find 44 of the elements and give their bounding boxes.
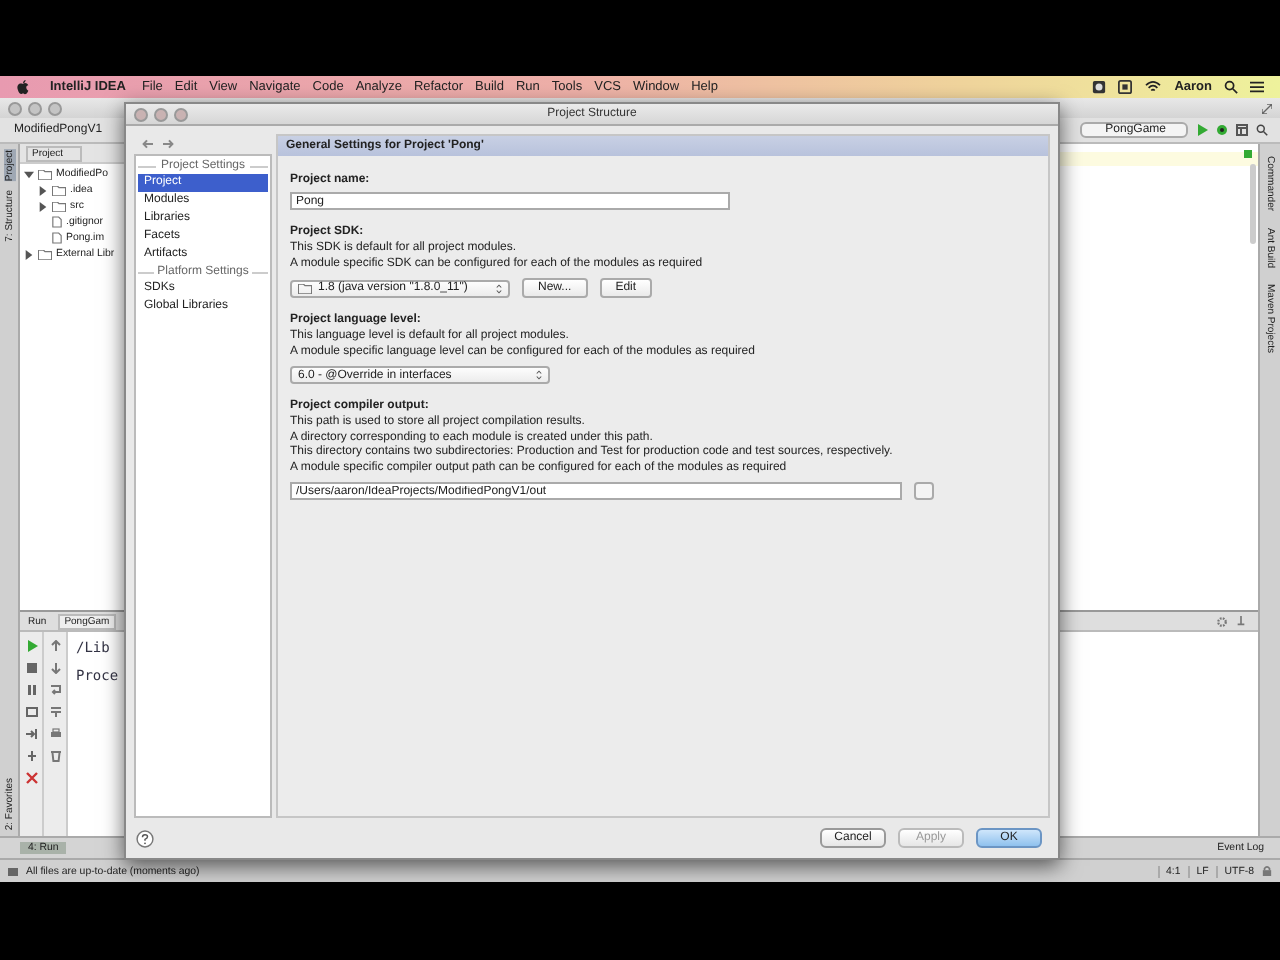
apple-icon[interactable] [16, 79, 30, 95]
settings-icon[interactable] [1216, 615, 1228, 627]
down-arrow-icon[interactable] [49, 662, 61, 674]
scrollbar[interactable] [1250, 164, 1256, 244]
status-icon[interactable] [1118, 80, 1133, 94]
exit-icon[interactable] [25, 728, 37, 740]
trash-icon[interactable] [49, 750, 61, 762]
folder-icon [38, 249, 52, 259]
structure-icon[interactable] [1236, 124, 1248, 136]
inspection-status-icon [1244, 150, 1252, 158]
print-icon[interactable] [49, 728, 61, 740]
minimize-button[interactable] [28, 101, 42, 115]
fullscreen-icon[interactable] [1262, 103, 1272, 113]
run-icon[interactable] [25, 640, 37, 652]
status-icon[interactable] [1092, 80, 1107, 94]
close-button[interactable] [8, 101, 22, 115]
search-icon[interactable] [1224, 80, 1238, 94]
spinner-arrows-icon [536, 370, 542, 380]
run-icon[interactable] [1196, 124, 1208, 136]
collapsed-arrow-icon[interactable] [38, 185, 48, 195]
help-icon[interactable] [136, 829, 154, 847]
up-arrow-icon[interactable] [49, 640, 61, 652]
close-icon[interactable] [25, 772, 37, 784]
browse-button[interactable] [914, 482, 934, 500]
collapsed-arrow-icon[interactable] [24, 249, 34, 259]
wifi-icon[interactable] [1144, 80, 1163, 94]
list-icon[interactable] [1250, 80, 1264, 94]
forward-arrow-icon[interactable] [162, 137, 174, 149]
stop-icon[interactable] [25, 662, 37, 674]
back-arrow-icon[interactable] [142, 137, 154, 149]
pause-icon[interactable] [25, 684, 37, 696]
debug-icon[interactable] [1216, 124, 1228, 136]
zoom-button[interactable] [174, 107, 188, 121]
scroll-end-icon[interactable] [49, 706, 61, 718]
search-icon[interactable] [1256, 124, 1268, 136]
minimize-button[interactable] [154, 107, 168, 121]
close-button[interactable] [134, 107, 148, 121]
folder-icon [298, 283, 312, 293]
wrap-icon[interactable] [49, 684, 61, 696]
zoom-button[interactable] [48, 101, 62, 115]
lock-icon[interactable] [1262, 866, 1272, 876]
spinner-arrows-icon [496, 283, 502, 293]
collapsed-arrow-icon[interactable] [38, 201, 48, 211]
expanded-arrow-icon[interactable] [24, 169, 34, 179]
